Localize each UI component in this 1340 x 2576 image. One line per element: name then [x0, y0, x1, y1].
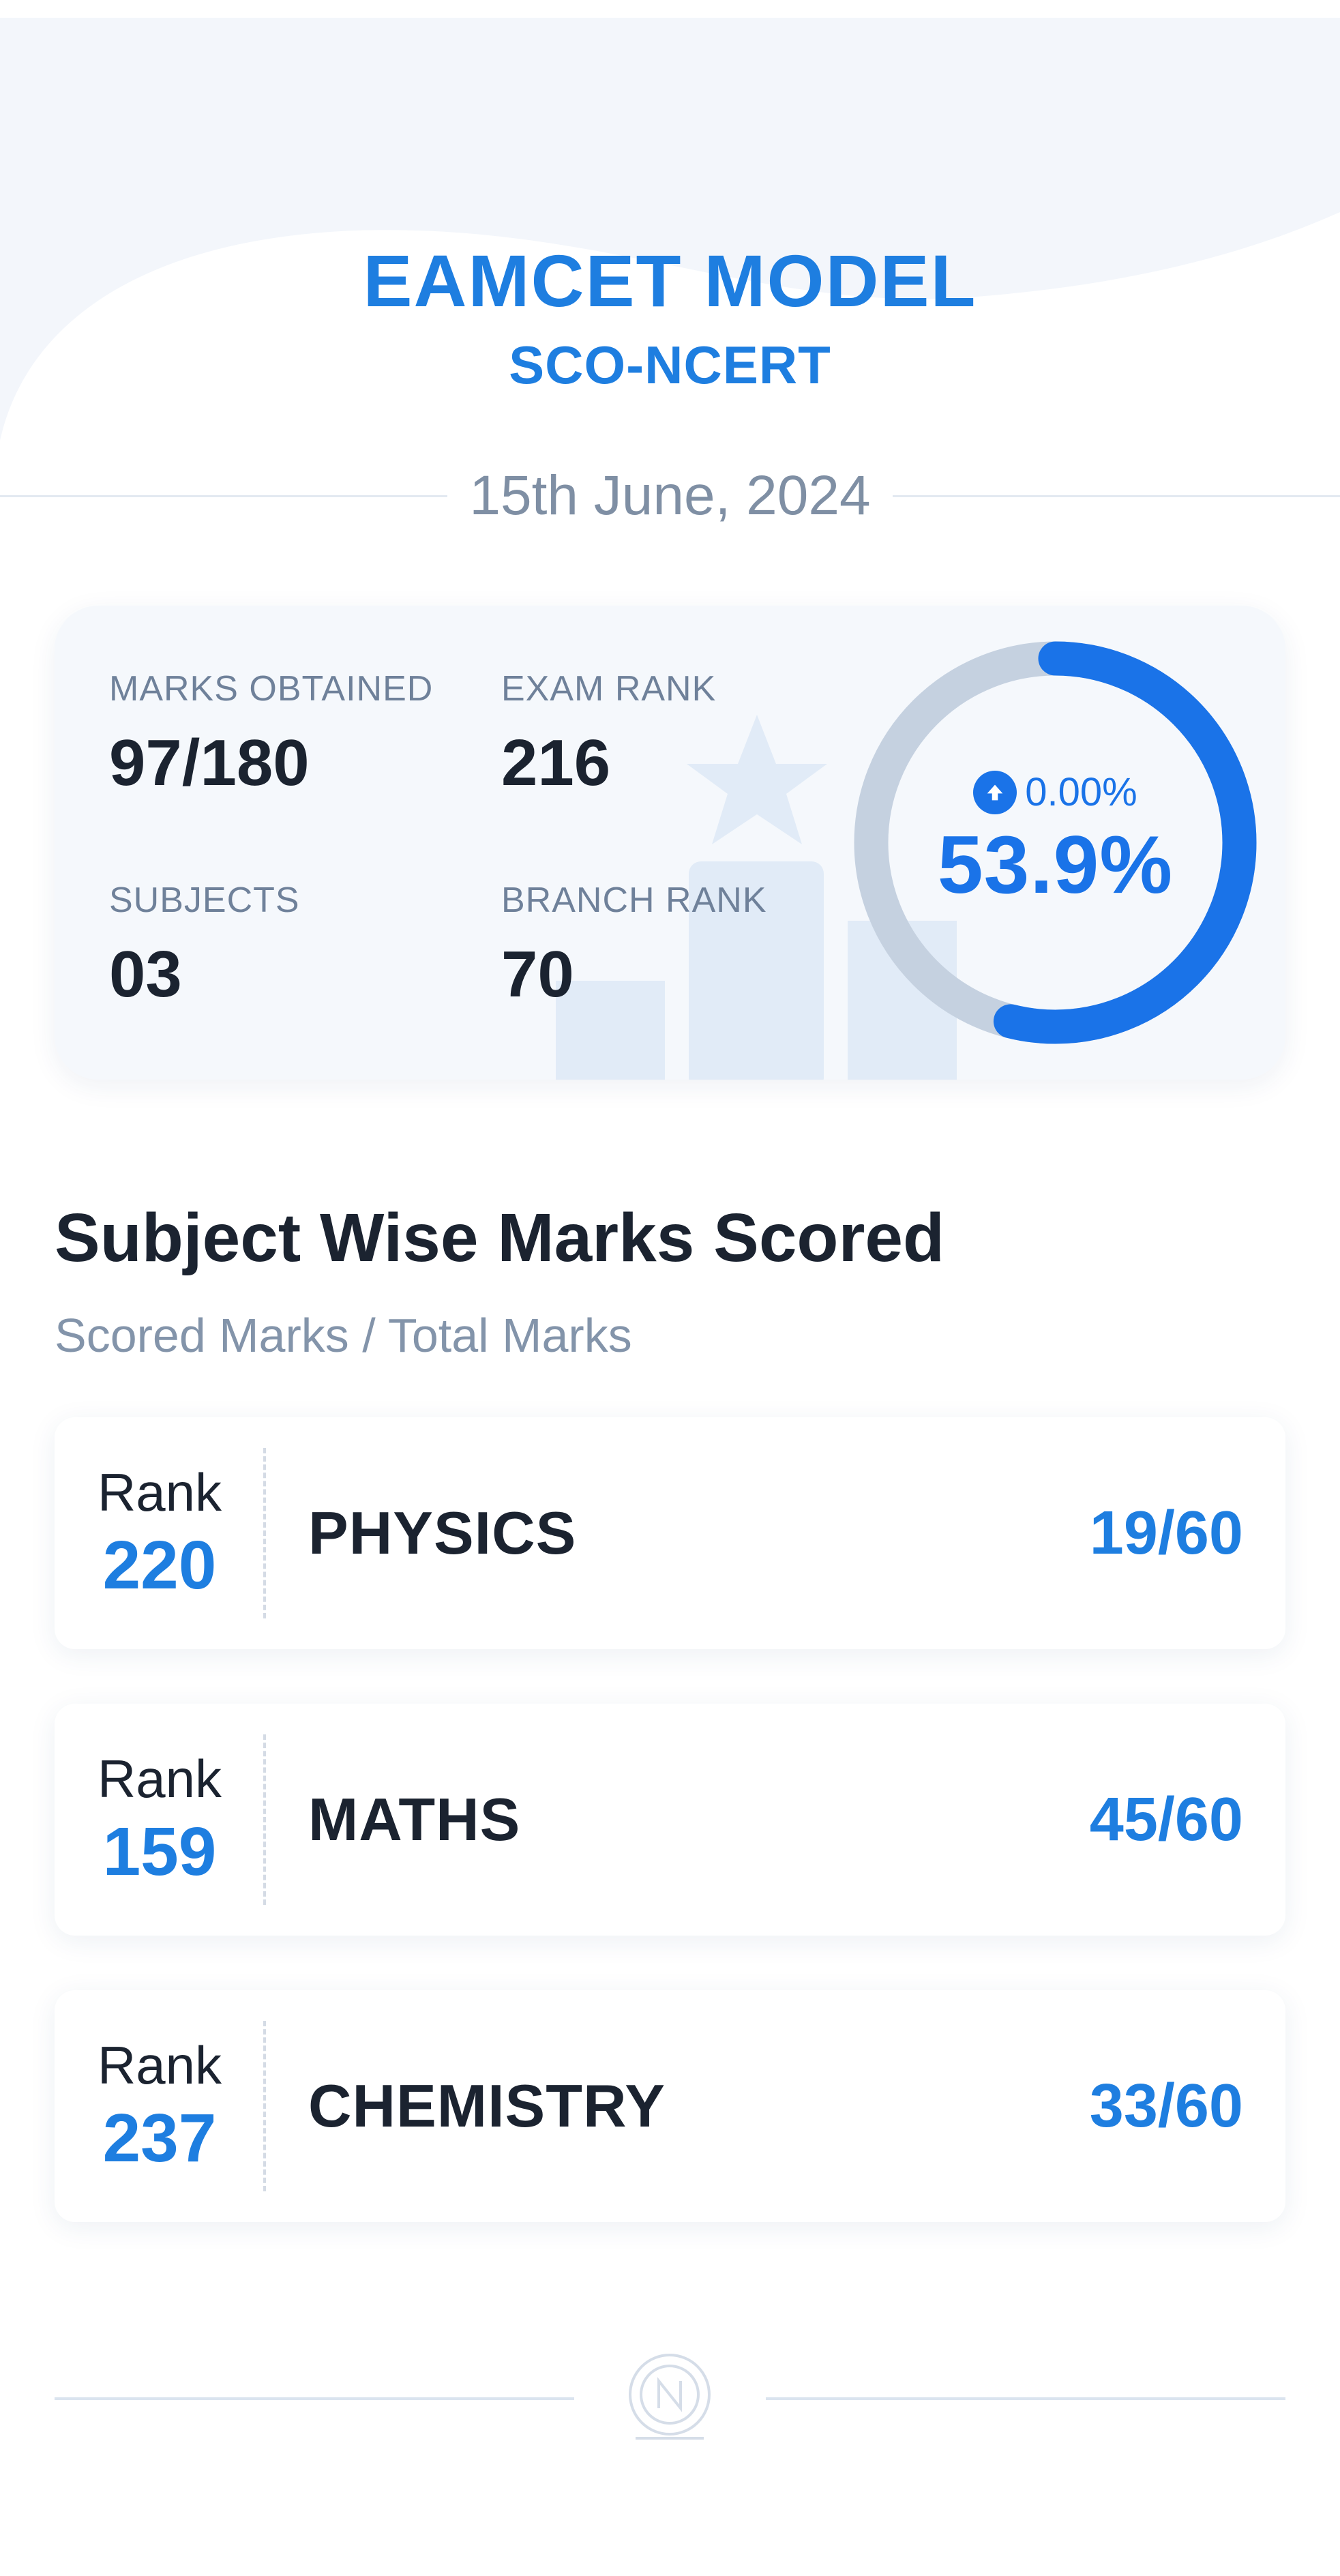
card-divider	[263, 1448, 266, 1618]
change-row: 0.00%	[973, 769, 1137, 815]
date-divider-left	[0, 494, 448, 497]
subject-name: CHEMISTRY	[308, 2072, 666, 2140]
subject-name: MATHS	[308, 1786, 521, 1853]
exam-date: 15th June, 2024	[469, 464, 871, 527]
subject-rank: Rank 220	[55, 1417, 265, 1649]
subject-card-physics[interactable]: Rank 220 PHYSICS 19/60	[55, 1417, 1285, 1649]
subject-score: 33/60	[1089, 2071, 1243, 2140]
section-title: Subject Wise Marks Scored	[55, 1200, 945, 1276]
subject-rank: Rank 159	[55, 1704, 265, 1936]
subjects-stat: SUBJECTS 03	[109, 880, 300, 1012]
card-divider	[263, 2021, 266, 2191]
percentage-text: 53.9%	[937, 819, 1174, 911]
rank-value: 220	[102, 1527, 217, 1603]
percentage-ring: 0.00% 53.9%	[842, 630, 1268, 1056]
subject-card-maths[interactable]: Rank 159 MATHS 45/60	[55, 1704, 1285, 1936]
card-divider	[263, 1734, 266, 1905]
date-divider-right	[892, 494, 1340, 497]
exam-rank-label: EXAM RANK	[501, 669, 717, 709]
subjects-label: SUBJECTS	[109, 880, 300, 920]
logo-icon	[629, 2354, 711, 2440]
rank-value: 159	[102, 1813, 217, 1890]
rank-label: Rank	[97, 1462, 222, 1522]
footer-divider-right	[766, 2397, 1285, 2400]
change-text: 0.00%	[1025, 770, 1137, 814]
subject-score: 19/60	[1089, 1498, 1243, 1567]
subject-rank: Rank 237	[55, 1990, 265, 2222]
branch-rank-stat: BRANCH RANK 70	[501, 880, 767, 1012]
date-row: 15th June, 2024	[0, 458, 1340, 533]
rank-label: Rank	[97, 2035, 222, 2095]
exam-header: EAMCET MODEL SCO-NCERT	[0, 242, 1340, 396]
subject-card-chemistry[interactable]: Rank 237 CHEMISTRY 33/60	[55, 1990, 1285, 2222]
exam-rank-value: 216	[501, 726, 611, 799]
exam-rank-stat: EXAM RANK 216	[501, 668, 716, 801]
subject-score: 45/60	[1089, 1785, 1243, 1854]
section-subtitle: Scored Marks / Total Marks	[55, 1309, 632, 1362]
branch-rank-label: BRANCH RANK	[501, 880, 767, 920]
marks-obtained-value: 97/180	[109, 726, 310, 799]
marks-obtained-label: MARKS OBTAINED	[109, 669, 434, 709]
summary-card: MARKS OBTAINED 97/180 EXAM RANK 216 SUBJ…	[55, 606, 1285, 1080]
arrow-up-circle-icon	[973, 770, 1017, 814]
branch-rank-value: 70	[501, 938, 574, 1011]
subject-name: PHYSICS	[308, 1499, 577, 1567]
subjects-value: 03	[109, 938, 182, 1011]
exam-title: EAMCET MODEL	[363, 239, 977, 322]
footer-divider-left	[55, 2397, 574, 2400]
marks-obtained-stat: MARKS OBTAINED 97/180	[109, 668, 433, 801]
rank-label: Rank	[97, 1749, 222, 1809]
percentage-center: 0.00% 53.9%	[842, 630, 1268, 1056]
status-bar	[0, 0, 1340, 18]
rank-value: 237	[102, 2100, 217, 2176]
exam-subtitle: SCO-NCERT	[509, 335, 831, 396]
result-page: EAMCET MODEL SCO-NCERT 15th June, 2024 M…	[0, 0, 1340, 2576]
footer	[55, 2350, 1285, 2452]
